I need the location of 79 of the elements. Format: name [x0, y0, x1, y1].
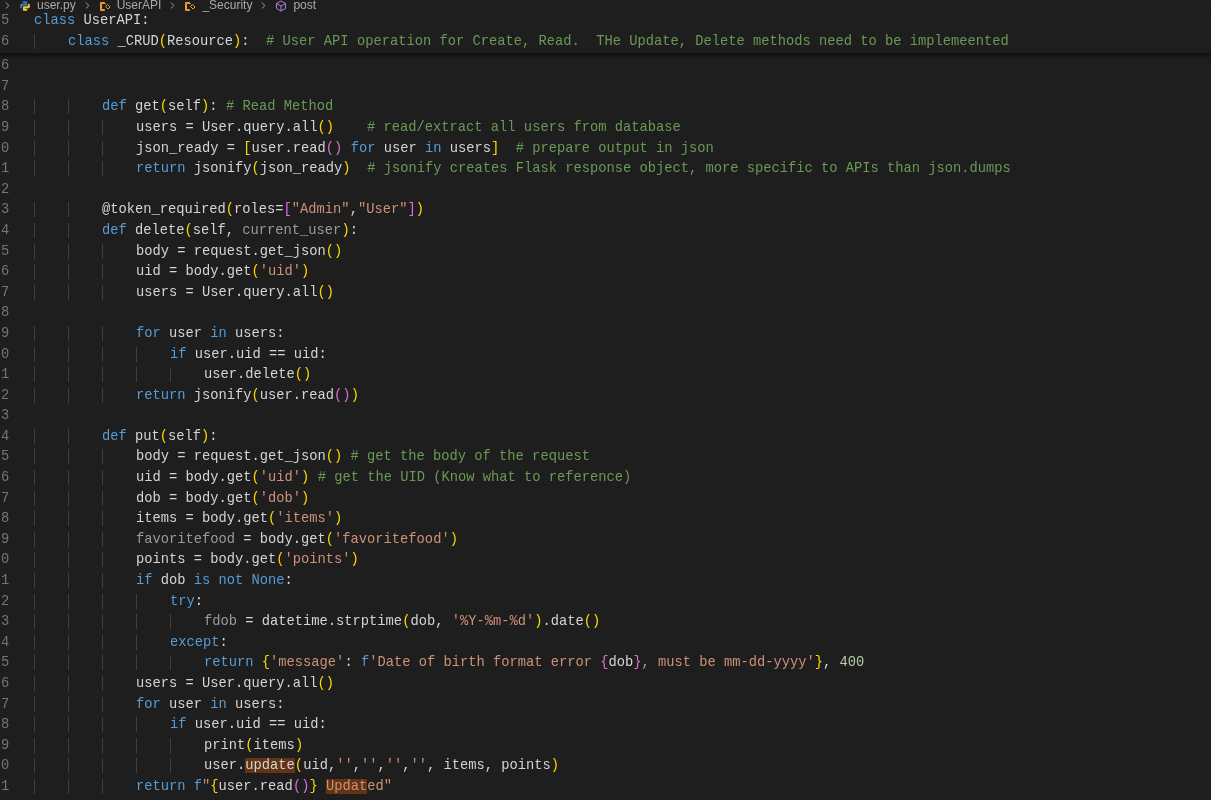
- line-number: 1: [0, 572, 11, 591]
- line-number: 4: [0, 633, 11, 652]
- line-number: 9: [0, 324, 11, 343]
- code-line: users = User.query.all(): [34, 674, 335, 695]
- code-line: body = request.get_json(): [34, 241, 343, 263]
- line-number: 3: [0, 407, 11, 426]
- line-number: 2: [0, 180, 11, 199]
- code-line: if dob is not None:: [34, 571, 293, 592]
- code-line: class UserAPI:: [34, 12, 150, 30]
- code-line: users = User.query.all(): [34, 282, 335, 304]
- line-number: 6: [0, 675, 11, 693]
- line-number: 7: [0, 695, 11, 714]
- code-line: class _CRUD(Resource): # User API operation for Create, Read. THe Update, Delete methods need to be implemeented: [34, 31, 1009, 53]
- code-line: if user.uid == uid:: [34, 344, 327, 366]
- line-number: 3: [0, 613, 11, 632]
- code-line: items = body.get('items'): [34, 509, 343, 530]
- breadcrumb-item[interactable]: post: [293, 0, 317, 11]
- code-line: for user in users:: [34, 694, 285, 716]
- line-number: 5: [0, 242, 11, 261]
- cube-icon: [275, 0, 288, 12]
- code-line: fdob = datetime.strptime(dob, '%Y-%m-%d').date(): [34, 612, 601, 633]
- line-number: 0: [0, 139, 11, 158]
- code-line: except:: [34, 632, 228, 654]
- line-number: 0: [0, 345, 11, 364]
- line-number: 9: [0, 530, 11, 549]
- line-number: 1: [0, 366, 11, 385]
- line-number: 9: [0, 736, 11, 755]
- line-number: 7: [0, 77, 11, 96]
- code-line: try:: [34, 591, 204, 613]
- code-line: @token_required(roles=["Admin","User"]): [34, 200, 424, 221]
- code-line: uid = body.get('uid'): [34, 262, 310, 283]
- line-number: 8: [0, 304, 11, 323]
- line-number: 4: [0, 221, 11, 240]
- code-line: points = body.get('points'): [34, 550, 359, 572]
- code-line: json_ready = [user.read() for user in users] # prepare output in json: [34, 138, 714, 160]
- line-number: 0: [0, 551, 11, 570]
- code-line: users = User.query.all() # read/extract all users from database: [34, 117, 681, 139]
- class-icon: [98, 0, 111, 12]
- line-number: 7: [0, 489, 11, 508]
- code-line: if user.uid == uid:: [34, 715, 327, 736]
- line-number: 6: [0, 263, 11, 282]
- line-number: 0: [0, 757, 11, 776]
- line-number: 2: [0, 592, 11, 611]
- line-number: 8: [0, 716, 11, 735]
- code-line: def put(self):: [34, 426, 218, 448]
- code-line: return f"{user.read()} Updated": [34, 776, 392, 798]
- code-line: user.update(uid,'','','','', items, points): [34, 756, 560, 777]
- line-number: 9: [0, 118, 11, 137]
- code-line: def delete(self, current_user):: [34, 220, 358, 242]
- line-number: 6: [0, 469, 11, 488]
- code-line: return jsonify(user.read()): [34, 385, 359, 407]
- breadcrumb-item[interactable]: user.py: [37, 0, 76, 11]
- code-line: for user in users:: [34, 323, 285, 345]
- code-line: uid = body.get('uid') # get the UID (Know what to reference): [34, 468, 632, 489]
- line-number: 3: [0, 201, 11, 220]
- line-number: 4: [0, 427, 11, 446]
- line-number: 5: [0, 12, 11, 30]
- line-number: 8: [0, 98, 11, 117]
- line-number: 1: [0, 777, 11, 796]
- line-number: 1: [0, 160, 11, 179]
- code-line: user.delete(): [34, 365, 312, 386]
- code-line: body = request.get_json() # get the body of the request: [34, 447, 590, 469]
- breadcrumb-item[interactable]: _Security: [202, 0, 253, 11]
- line-number: 5: [0, 448, 11, 467]
- code-line: print(items): [34, 735, 304, 757]
- code-line: dob = body.get('dob'): [34, 488, 310, 510]
- class-icon: [184, 0, 197, 12]
- code-line: favoritefood = body.get('favoritefood'): [34, 529, 458, 551]
- line-number: 6: [0, 57, 11, 76]
- line-number: 7: [0, 283, 11, 302]
- code-line: def get(self): # Read Method: [34, 97, 334, 118]
- line-number: 5: [0, 654, 11, 673]
- line-number: 8: [0, 510, 11, 529]
- line-number: 6: [0, 32, 11, 51]
- breadcrumb-item[interactable]: UserAPI: [116, 0, 162, 11]
- python-file-icon: [19, 0, 31, 12]
- code-line: return {'message': f'Date of birth format error {dob}, must be mm-dd-yyyy'}, 400: [34, 653, 865, 674]
- line-number: 2: [0, 386, 11, 405]
- code-line: return jsonify(json_ready) # jsonify creates Flask response object, more specific to APIs than json.dumps: [34, 159, 1011, 180]
